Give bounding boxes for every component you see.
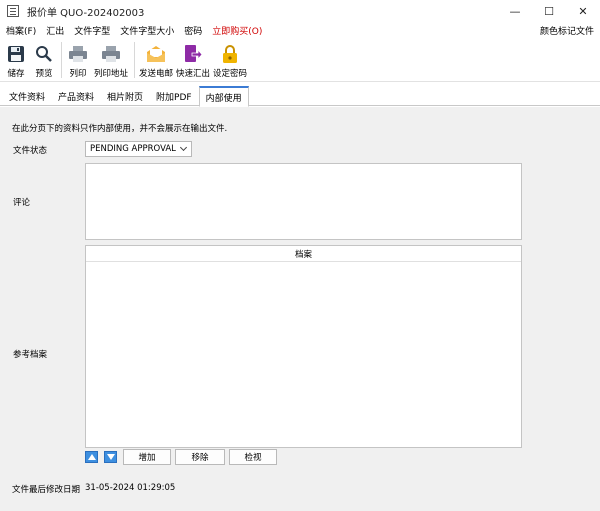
move-up-button[interactable] — [85, 451, 98, 463]
menu-export[interactable]: 汇出 — [41, 24, 69, 37]
file-button-row: 增加 移除 检视 — [85, 449, 281, 465]
toolbar-separator — [61, 42, 62, 78]
comment-label: 评论 — [13, 198, 31, 208]
window-controls: — ☐ ✕ — [498, 0, 600, 22]
window-title: 报价单 QUO-202402003 — [27, 7, 145, 19]
quick-export-label: 快速汇出 — [175, 69, 210, 79]
last-modified-label: 文件最后修改日期 — [12, 485, 81, 495]
send-email-label: 发送电邮 — [138, 69, 173, 79]
status-select[interactable]: PENDING APPROVAL — [85, 141, 192, 157]
document-app-icon — [7, 5, 19, 17]
arrow-down-icon — [106, 454, 115, 460]
set-password-button[interactable]: 设定密码 — [212, 38, 248, 82]
arrow-up-icon — [87, 454, 96, 460]
menu-color-tag[interactable]: 颜色标记文件 — [540, 24, 594, 37]
toolbar-separator — [134, 42, 135, 78]
print-address-label: 列印地址 — [93, 69, 128, 79]
send-email-button[interactable]: 发送电邮 — [138, 38, 174, 82]
minimize-button[interactable]: — — [498, 0, 532, 22]
printer-icon — [100, 43, 122, 65]
set-password-label: 设定密码 — [212, 69, 247, 79]
close-button[interactable]: ✕ — [566, 0, 600, 22]
floppy-disk-icon — [5, 43, 27, 65]
chevron-down-icon — [179, 143, 188, 152]
toolbar: 储存 预览 列印 列印地址 发送电邮 快速汇出 设定密码 — [0, 38, 600, 82]
quick-export-button[interactable]: 快速汇出 — [174, 38, 212, 82]
lock-icon — [219, 43, 241, 65]
maximize-button[interactable]: ☐ — [532, 0, 566, 22]
title-bar: 报价单 QUO-202402003 — ☐ ✕ — [0, 0, 600, 22]
view-file-button[interactable]: 检视 — [229, 449, 277, 465]
save-label: 储存 — [7, 69, 25, 79]
tab-attach-pdf[interactable]: 附加PDF — [150, 86, 198, 106]
status-label: 文件状态 — [13, 146, 48, 156]
remove-file-button[interactable]: 移除 — [175, 449, 225, 465]
move-down-button[interactable] — [104, 451, 117, 463]
add-file-button[interactable]: 增加 — [123, 449, 171, 465]
menu-font[interactable]: 文件字型 — [69, 24, 115, 37]
printer-icon — [67, 43, 89, 65]
tab-product-info[interactable]: 产品资料 — [52, 86, 100, 106]
last-modified-value: 31-05-2024 01:29:05 — [85, 483, 176, 493]
file-column-header[interactable]: 档案 — [86, 246, 521, 262]
tab-document-info[interactable]: 文件资料 — [3, 86, 51, 106]
preview-label: 预览 — [35, 69, 53, 79]
export-icon — [182, 43, 204, 65]
reference-files-label: 参考档案 — [13, 350, 48, 360]
menu-password[interactable]: 密码 — [179, 24, 207, 37]
tab-photo-pages[interactable]: 相片附页 — [101, 86, 149, 106]
tab-internal-use[interactable]: 内部使用 — [198, 86, 249, 107]
menu-file[interactable]: 档案(F) — [0, 24, 41, 37]
tab-bar: 文件资料 产品资料 相片附页 附加PDF 内部使用 — [0, 86, 600, 107]
menu-font-size[interactable]: 文件字型大小 — [115, 24, 179, 37]
reference-files-table[interactable]: 档案 — [85, 245, 522, 448]
print-button[interactable]: 列印 — [65, 38, 91, 82]
magnifier-icon — [33, 43, 55, 65]
preview-button[interactable]: 预览 — [30, 38, 58, 82]
menu-buy-now[interactable]: 立即购买(O) — [207, 24, 267, 37]
status-selected-value: PENDING APPROVAL — [90, 144, 176, 154]
save-button[interactable]: 储存 — [2, 38, 30, 82]
comment-textarea[interactable] — [85, 163, 522, 240]
menu-bar: 档案(F) 汇出 文件字型 文件字型大小 密码 立即购买(O) 颜色标记文件 — [0, 22, 600, 38]
internal-use-panel: 在此分页下的资料只作内部使用，并不会展示在输出文件. 文件状态 PENDING … — [0, 107, 600, 511]
print-address-button[interactable]: 列印地址 — [91, 38, 131, 82]
envelope-icon — [145, 43, 167, 65]
internal-use-note: 在此分页下的资料只作内部使用，并不会展示在输出文件. — [12, 124, 228, 134]
print-label: 列印 — [69, 69, 87, 79]
